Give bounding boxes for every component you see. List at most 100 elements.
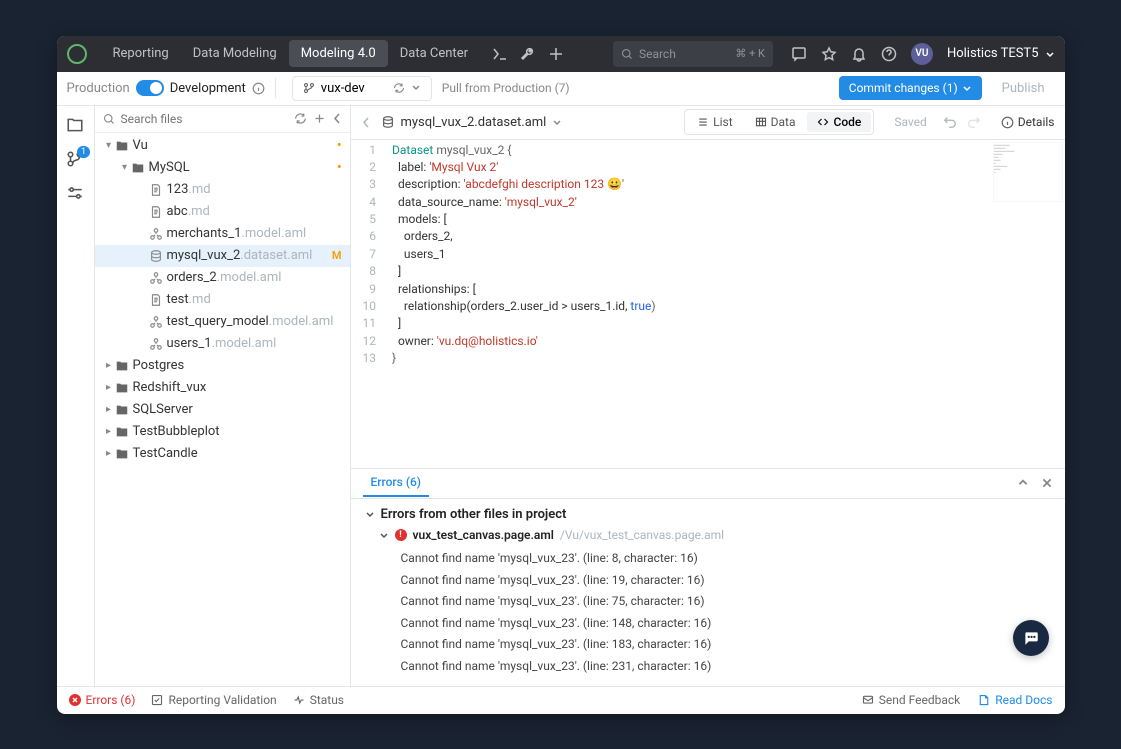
view-tabs: ListDataCode xyxy=(684,109,874,135)
nav-data-modeling[interactable]: Data Modeling xyxy=(181,40,289,67)
terminal-icon[interactable] xyxy=(492,46,508,62)
files-icon[interactable] xyxy=(66,116,84,134)
commit-label: Commit changes (1) xyxy=(849,81,958,95)
view-tab-list[interactable]: List xyxy=(687,112,743,132)
breadcrumb[interactable]: mysql_vux_2.dataset.aml xyxy=(381,115,563,130)
file-search-input[interactable] xyxy=(121,112,288,126)
nav-data-center[interactable]: Data Center xyxy=(388,40,480,67)
tenant-name: Holistics TEST5 xyxy=(947,46,1039,61)
logo[interactable] xyxy=(67,44,87,64)
error-file-name: vux_test_canvas.page.aml xyxy=(413,528,554,542)
status-reporting[interactable]: Reporting Validation xyxy=(151,693,276,707)
error-group-title: Errors from other files in project xyxy=(381,507,567,522)
details-label: Details xyxy=(1018,115,1055,129)
info-icon[interactable] xyxy=(252,82,265,95)
folder-redshift_vux[interactable]: ▸Redshift_vux xyxy=(95,377,350,399)
file-123[interactable]: 123.md xyxy=(95,179,350,201)
minimap[interactable]: ▂▂▂▂▂▂▂▂▂▂▂▂▂▂▂▂▂▂▂▂▂▂▂▂▂▂▂▂▂▂▂▂▂▂▂▂▂▂▂▂… xyxy=(993,142,1063,202)
folder-postgres[interactable]: ▸Postgres xyxy=(95,355,350,377)
error-group-header[interactable]: Errors from other files in project xyxy=(365,507,1051,522)
nav-reporting[interactable]: Reporting xyxy=(101,40,181,67)
bell-icon[interactable] xyxy=(851,46,867,62)
error-item[interactable]: Cannot find name 'mysql_vux_23'. (line: … xyxy=(401,548,1051,570)
wrench-icon[interactable] xyxy=(520,46,536,62)
file-mysql_vux_2[interactable]: mysql_vux_2.dataset.amlM xyxy=(95,245,350,267)
env-toggle[interactable] xyxy=(136,80,164,96)
status-errors-label: Errors (6) xyxy=(86,693,136,707)
new-file-icon[interactable] xyxy=(313,112,326,125)
nav-modeling-4-0[interactable]: Modeling 4.0 xyxy=(289,40,388,67)
collapse-panel-icon[interactable] xyxy=(1017,477,1029,489)
redo-icon[interactable] xyxy=(967,115,981,129)
errors-panel: Errors (6) Errors from other files in pr… xyxy=(351,468,1065,686)
branch-icon xyxy=(303,82,315,94)
tenant-switcher[interactable]: Holistics TEST5 xyxy=(947,46,1055,61)
file-abc[interactable]: abc.md xyxy=(95,201,350,223)
branch-name: vux-dev xyxy=(321,81,365,96)
error-item[interactable]: Cannot find name 'mysql_vux_23'. (line: … xyxy=(401,613,1051,635)
chevron-down-icon xyxy=(552,117,562,127)
error-item[interactable]: Cannot find name 'mysql_vux_23'. (line: … xyxy=(401,591,1051,613)
collapse-icon[interactable] xyxy=(332,112,342,125)
undo-icon[interactable] xyxy=(943,115,957,129)
chevron-down-icon xyxy=(365,509,375,519)
chat-bubble-button[interactable] xyxy=(1013,620,1049,656)
publish-button[interactable]: Publish xyxy=(992,77,1055,100)
folder-mysql[interactable]: ▾MySQL• xyxy=(95,157,350,179)
refresh-icon[interactable] xyxy=(393,82,405,94)
file-merchants_1[interactable]: merchants_1.model.aml xyxy=(95,223,350,245)
chevron-down-icon xyxy=(962,83,972,93)
file-tree: ▾Vu•▾MySQL•123.mdabc.mdmerchants_1.model… xyxy=(95,133,350,686)
close-panel-icon[interactable] xyxy=(1041,477,1053,489)
help-icon[interactable] xyxy=(881,46,897,62)
rail-badge: 1 xyxy=(77,146,90,158)
folder-testbubbleplot[interactable]: ▸TestBubbleplot xyxy=(95,421,350,443)
errors-tabs: Errors (6) xyxy=(351,469,1065,499)
pull-button[interactable]: Pull from Production (7) xyxy=(442,81,570,95)
status-status-label: Status xyxy=(310,693,344,707)
details-button[interactable]: Details xyxy=(1001,115,1055,129)
global-search[interactable]: Search ⌘ + K xyxy=(613,41,773,67)
star-icon[interactable] xyxy=(821,46,837,62)
docs-icon xyxy=(978,694,990,706)
refresh-files-icon[interactable] xyxy=(294,112,307,125)
left-rail: 1 xyxy=(57,106,95,686)
errors-tab[interactable]: Errors (6) xyxy=(363,469,430,497)
avatar[interactable]: VU xyxy=(911,43,933,65)
feedback-icon xyxy=(862,694,874,706)
settings-icon[interactable] xyxy=(66,184,84,202)
source-control-icon[interactable]: 1 xyxy=(66,150,84,168)
view-tab-data[interactable]: Data xyxy=(745,112,806,132)
plus-icon[interactable] xyxy=(548,46,564,62)
errors-body: Errors from other files in project ! vux… xyxy=(351,499,1065,686)
chat-square-icon[interactable] xyxy=(791,46,807,62)
status-status[interactable]: Status xyxy=(293,693,344,707)
error-item[interactable]: Cannot find name 'mysql_vux_23'. (line: … xyxy=(401,656,1051,678)
status-reporting-label: Reporting Validation xyxy=(168,693,276,707)
send-feedback[interactable]: Send Feedback xyxy=(862,693,961,707)
file-users_1[interactable]: users_1.model.aml xyxy=(95,333,350,355)
error-item[interactable]: Cannot find name 'mysql_vux_23'. (line: … xyxy=(401,634,1051,656)
view-tab-code[interactable]: Code xyxy=(807,112,871,132)
code-editor[interactable]: 12345678910111213 Dataset mysql_vux_2 { … xyxy=(351,140,1065,468)
file-test_query_model[interactable]: test_query_model.model.aml xyxy=(95,311,350,333)
statusbar: Errors (6) Reporting Validation Status S… xyxy=(57,686,1065,714)
folder-vu[interactable]: ▾Vu• xyxy=(95,135,350,157)
gutter: 12345678910111213 xyxy=(351,140,385,468)
commit-button[interactable]: Commit changes (1) xyxy=(839,76,982,100)
error-file-header[interactable]: ! vux_test_canvas.page.aml /Vu/vux_test_… xyxy=(379,528,1051,542)
file-orders_2[interactable]: orders_2.model.aml xyxy=(95,267,350,289)
branch-selector[interactable]: vux-dev xyxy=(292,76,432,101)
error-icon xyxy=(69,694,81,706)
error-item[interactable]: Cannot find name 'mysql_vux_23'. (line: … xyxy=(401,570,1051,592)
folder-testcandle[interactable]: ▸TestCandle xyxy=(95,443,350,465)
read-docs[interactable]: Read Docs xyxy=(978,693,1052,707)
status-errors[interactable]: Errors (6) xyxy=(69,693,136,707)
docs-label: Read Docs xyxy=(995,693,1052,707)
file-test[interactable]: test.md xyxy=(95,289,350,311)
development-label: Development xyxy=(170,81,246,96)
chevron-down-icon[interactable] xyxy=(411,82,421,92)
code-content[interactable]: Dataset mysql_vux_2 { label: 'Mysql Vux … xyxy=(384,140,1065,468)
back-icon[interactable] xyxy=(361,116,371,129)
folder-sqlserver[interactable]: ▸SQLServer xyxy=(95,399,350,421)
